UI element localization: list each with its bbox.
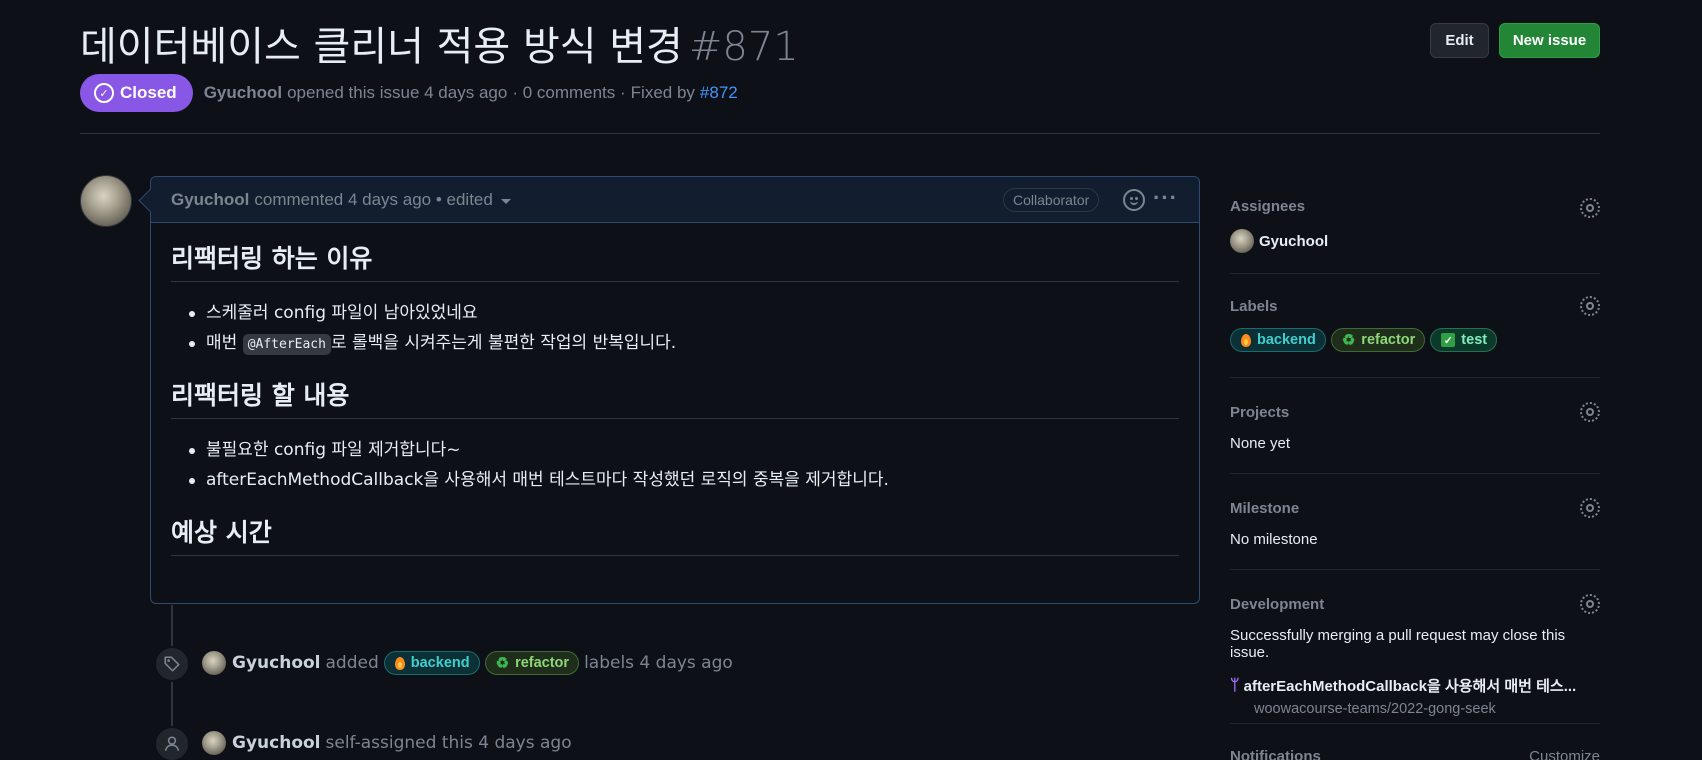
issue-header: 데이터베이스 클리너 적용 방식 변경 #871 Edit New issue ✓…	[80, 0, 1600, 134]
gear-icon[interactable]	[1580, 402, 1600, 422]
notifications-title: Notifications	[1230, 748, 1321, 760]
fixed-by-link[interactable]: #872	[700, 83, 738, 103]
section-heading: 예상 시간	[171, 513, 1179, 556]
state-badge: ✓ Closed	[80, 74, 193, 112]
recycle-icon: ♻	[495, 654, 510, 672]
list-item: 매번 @AfterEach 로 롤백을 시켜주는게 불편한 작업의 반복입니다.	[171, 328, 1179, 358]
section-heading: 리팩터링 하는 이유	[171, 239, 1179, 282]
label-text: backend	[1257, 332, 1316, 348]
more-options-icon[interactable]: ···	[1153, 185, 1178, 211]
event-author-link[interactable]: Gyuchool	[232, 653, 321, 673]
comment-body: 리팩터링 하는 이유 스케줄러 config 파일이 남아있었네요 매번 @Af…	[151, 239, 1199, 556]
event-action: self-assigned this 4 days ago	[325, 733, 572, 753]
inline-code: @AfterEach	[242, 334, 331, 355]
development-title: Development	[1230, 596, 1325, 613]
issue-meta: ✓ Closed Gyuchool opened this issue 4 da…	[80, 74, 738, 112]
label-backend[interactable]: backend	[383, 651, 480, 675]
comments-count: · 0 comments ·	[512, 83, 626, 102]
fire-icon	[1241, 333, 1251, 347]
check-box-icon: ✓	[1441, 333, 1456, 347]
collaborator-badge: Collaborator	[1003, 188, 1100, 212]
event-author-link[interactable]: Gyuchool	[232, 733, 321, 753]
sidebar-milestone: Milestone No milestone	[1230, 474, 1600, 570]
list-item-prefix: 매번	[206, 333, 238, 353]
comment-meta: commented 4 days ago • edited	[254, 189, 493, 209]
label-text: test	[1461, 332, 1488, 348]
notifications-row: Notifications Customize	[1230, 748, 1600, 760]
list-item-text: 로 롤백을 시켜주는게 불편한 작업의 반복입니다.	[330, 333, 677, 353]
edit-history-caret-icon[interactable]	[500, 199, 511, 204]
linked-pr-link[interactable]: ᛘ afterEachMethodCallback을 사용해서 매번 테스...	[1230, 675, 1600, 696]
section-list: 불필요한 config 파일 제거합니다~ afterEachMethodCal…	[171, 435, 1179, 495]
fire-icon	[394, 656, 405, 670]
reaction-smiley-icon[interactable]	[1123, 189, 1145, 211]
assignees-title: Assignees	[1230, 198, 1306, 215]
tag-icon	[154, 646, 190, 682]
comment-author-avatar[interactable]	[80, 175, 132, 227]
projects-value: None yet	[1230, 435, 1291, 452]
event-action: added	[325, 653, 379, 673]
check-circle-icon: ✓	[94, 83, 114, 103]
recycle-icon: ♻	[1341, 331, 1356, 349]
timeline-event-labeled: Gyuchool added backend ♻ refactor labels …	[202, 651, 733, 675]
issue-author-link[interactable]: Gyuchool	[204, 83, 282, 103]
gear-icon[interactable]	[1580, 296, 1600, 316]
linked-pr-repo: woowacourse-teams/2022-gong-seek	[1254, 701, 1496, 717]
fixed-by-label: Fixed by	[630, 83, 695, 102]
sidebar-assignees: Assignees Gyuchool	[1230, 176, 1600, 274]
label-text: refactor	[1361, 332, 1416, 348]
section-list: 스케줄러 config 파일이 남아있었네요 매번 @AfterEach 로 롤백…	[171, 298, 1179, 358]
label-refactor[interactable]: ♻ refactor	[1330, 328, 1426, 352]
label-text: refactor	[515, 655, 570, 671]
gear-icon[interactable]	[1580, 498, 1600, 518]
avatar[interactable]	[202, 731, 226, 755]
avatar	[1230, 229, 1254, 253]
label-backend[interactable]: backend	[1230, 328, 1326, 352]
label-test[interactable]: ✓ test	[1430, 328, 1498, 352]
issue-number: #871	[688, 24, 799, 70]
assignee-item[interactable]: Gyuchool	[1230, 229, 1600, 253]
gear-icon[interactable]	[1580, 594, 1600, 614]
opened-text: opened this issue 4 days ago	[287, 83, 508, 102]
issue-title-text: 데이터베이스 클리너 적용 방식 변경	[80, 24, 683, 70]
linked-pr-title: afterEachMethodCallback을 사용해서 매번 테스...	[1243, 678, 1577, 695]
milestone-value: No milestone	[1230, 531, 1318, 548]
state-label: Closed	[120, 83, 177, 102]
projects-title: Projects	[1230, 404, 1290, 421]
milestone-title: Milestone	[1230, 500, 1300, 517]
new-issue-button[interactable]: New issue	[1499, 23, 1600, 58]
person-icon	[154, 726, 190, 760]
list-item: 불필요한 config 파일 제거합니다~	[171, 435, 1179, 465]
sidebar-notifications: Notifications Customize	[1230, 724, 1600, 760]
label-refactor[interactable]: ♻ refactor	[484, 651, 580, 675]
avatar[interactable]	[202, 651, 226, 675]
issue-title: 데이터베이스 클리너 적용 방식 변경 #871	[80, 14, 799, 72]
list-item: 스케줄러 config 파일이 남아있었네요	[171, 298, 1179, 328]
issue-comment: Gyuchool commented 4 days ago • edited C…	[150, 176, 1200, 604]
comment-header: Gyuchool commented 4 days ago • edited C…	[151, 177, 1199, 223]
issue-sidebar: Assignees Gyuchool Labels backend ♻ refac…	[1230, 176, 1600, 760]
label-text: backend	[410, 655, 470, 671]
label-list: backend ♻ refactor ✓ test	[1230, 328, 1600, 352]
list-item: afterEachMethodCallback을 사용해서 매번 테스트마다 작…	[171, 465, 1179, 495]
development-description: Successfully merging a pull request may …	[1230, 627, 1566, 661]
edit-button[interactable]: Edit	[1430, 23, 1489, 58]
comment-author-link[interactable]: Gyuchool	[171, 190, 249, 210]
customize-link[interactable]: Customize	[1529, 748, 1600, 760]
assignee-name: Gyuchool	[1259, 232, 1329, 250]
labels-title: Labels	[1230, 298, 1278, 315]
sidebar-projects: Projects None yet	[1230, 378, 1600, 474]
gear-icon[interactable]	[1580, 198, 1600, 218]
sidebar-labels: Labels backend ♻ refactor ✓ test	[1230, 274, 1600, 378]
event-suffix: labels 4 days ago	[584, 653, 733, 673]
timeline-event-assigned: Gyuchool self-assigned this 4 days ago	[202, 731, 572, 755]
sidebar-development: Development Successfully merging a pull …	[1230, 570, 1600, 724]
git-merge-icon: ᛘ	[1230, 676, 1240, 694]
section-heading: 리팩터링 할 내용	[171, 376, 1179, 419]
